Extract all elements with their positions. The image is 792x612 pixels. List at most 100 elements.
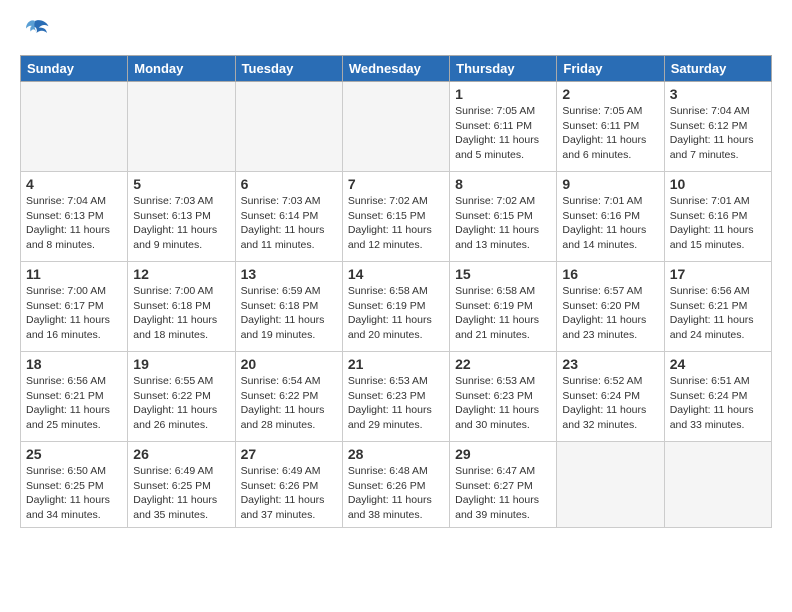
day-info: Sunrise: 7:04 AM Sunset: 6:13 PM Dayligh… — [26, 194, 122, 253]
day-info: Sunrise: 6:55 AM Sunset: 6:22 PM Dayligh… — [133, 374, 229, 433]
day-number: 28 — [348, 446, 444, 462]
calendar-cell: 17 Sunrise: 6:56 AM Sunset: 6:21 PM Dayli… — [664, 262, 771, 352]
day-info: Sunrise: 7:03 AM Sunset: 6:13 PM Dayligh… — [133, 194, 229, 253]
calendar-cell: 12 Sunrise: 7:00 AM Sunset: 6:18 PM Dayli… — [128, 262, 235, 352]
day-number: 23 — [562, 356, 658, 372]
day-info: Sunrise: 7:00 AM Sunset: 6:18 PM Dayligh… — [133, 284, 229, 343]
day-info: Sunrise: 7:01 AM Sunset: 6:16 PM Dayligh… — [670, 194, 766, 253]
day-info: Sunrise: 6:54 AM Sunset: 6:22 PM Dayligh… — [241, 374, 337, 433]
day-info: Sunrise: 6:47 AM Sunset: 6:27 PM Dayligh… — [455, 464, 551, 523]
day-info: Sunrise: 6:56 AM Sunset: 6:21 PM Dayligh… — [670, 284, 766, 343]
day-info: Sunrise: 6:49 AM Sunset: 6:25 PM Dayligh… — [133, 464, 229, 523]
week-row-4: 18Sunrise: 6:56 AM Sunset: 6:21 PM Dayli… — [21, 352, 772, 442]
week-row-1: 1 Sunrise: 7:05 AM Sunset: 6:11 PM Daylig… — [21, 82, 772, 172]
day-number: 7 — [348, 176, 444, 192]
calendar-cell — [128, 82, 235, 172]
day-number: 13 — [241, 266, 337, 282]
day-number: 17 — [670, 266, 766, 282]
calendar-cell: 19Sunrise: 6:55 AM Sunset: 6:22 PM Dayli… — [128, 352, 235, 442]
calendar-table: SundayMondayTuesdayWednesdayThursdayFrid… — [20, 55, 772, 528]
calendar-header-thursday: Thursday — [450, 56, 557, 82]
week-row-2: 4 Sunrise: 7:04 AM Sunset: 6:13 PM Daylig… — [21, 172, 772, 262]
calendar-cell — [664, 442, 771, 528]
day-number: 16 — [562, 266, 658, 282]
calendar-cell — [557, 442, 664, 528]
day-number: 15 — [455, 266, 551, 282]
week-row-3: 11 Sunrise: 7:00 AM Sunset: 6:17 PM Dayli… — [21, 262, 772, 352]
day-number: 1 — [455, 86, 551, 102]
logo-bird-icon — [20, 15, 50, 45]
day-number: 21 — [348, 356, 444, 372]
day-info: Sunrise: 6:50 AM Sunset: 6:25 PM Dayligh… — [26, 464, 122, 523]
calendar-cell: 22 Sunrise: 6:53 AM Sunset: 6:23 PM Dayli… — [450, 352, 557, 442]
calendar-cell: 16 Sunrise: 6:57 AM Sunset: 6:20 PM Dayli… — [557, 262, 664, 352]
calendar-header-monday: Monday — [128, 56, 235, 82]
calendar-cell — [21, 82, 128, 172]
calendar-header-tuesday: Tuesday — [235, 56, 342, 82]
day-info: Sunrise: 7:02 AM Sunset: 6:15 PM Dayligh… — [455, 194, 551, 253]
day-number: 9 — [562, 176, 658, 192]
page: SundayMondayTuesdayWednesdayThursdayFrid… — [0, 0, 792, 543]
day-number: 11 — [26, 266, 122, 282]
day-number: 10 — [670, 176, 766, 192]
day-number: 14 — [348, 266, 444, 282]
calendar-cell: 9 Sunrise: 7:01 AM Sunset: 6:16 PM Daylig… — [557, 172, 664, 262]
calendar-cell: 18Sunrise: 6:56 AM Sunset: 6:21 PM Dayli… — [21, 352, 128, 442]
day-info: Sunrise: 7:02 AM Sunset: 6:15 PM Dayligh… — [348, 194, 444, 253]
day-number: 24 — [670, 356, 766, 372]
day-number: 27 — [241, 446, 337, 462]
day-info: Sunrise: 6:51 AM Sunset: 6:24 PM Dayligh… — [670, 374, 766, 433]
day-info: Sunrise: 6:59 AM Sunset: 6:18 PM Dayligh… — [241, 284, 337, 343]
calendar-header-wednesday: Wednesday — [342, 56, 449, 82]
calendar-cell: 5 Sunrise: 7:03 AM Sunset: 6:13 PM Daylig… — [128, 172, 235, 262]
calendar-cell: 4 Sunrise: 7:04 AM Sunset: 6:13 PM Daylig… — [21, 172, 128, 262]
calendar-cell: 28 Sunrise: 6:48 AM Sunset: 6:26 PM Dayli… — [342, 442, 449, 528]
day-number: 29 — [455, 446, 551, 462]
day-info: Sunrise: 6:49 AM Sunset: 6:26 PM Dayligh… — [241, 464, 337, 523]
day-info: Sunrise: 6:52 AM Sunset: 6:24 PM Dayligh… — [562, 374, 658, 433]
day-number: 4 — [26, 176, 122, 192]
calendar-cell — [342, 82, 449, 172]
day-number: 12 — [133, 266, 229, 282]
day-number: 2 — [562, 86, 658, 102]
calendar-cell: 2 Sunrise: 7:05 AM Sunset: 6:11 PM Daylig… — [557, 82, 664, 172]
calendar-header-row: SundayMondayTuesdayWednesdayThursdayFrid… — [21, 56, 772, 82]
day-info: Sunrise: 6:48 AM Sunset: 6:26 PM Dayligh… — [348, 464, 444, 523]
calendar-cell: 14 Sunrise: 6:58 AM Sunset: 6:19 PM Dayli… — [342, 262, 449, 352]
calendar-cell: 26 Sunrise: 6:49 AM Sunset: 6:25 PM Dayli… — [128, 442, 235, 528]
day-number: 6 — [241, 176, 337, 192]
day-number: 26 — [133, 446, 229, 462]
day-number: 8 — [455, 176, 551, 192]
calendar-cell: 6 Sunrise: 7:03 AM Sunset: 6:14 PM Daylig… — [235, 172, 342, 262]
day-info: Sunrise: 7:00 AM Sunset: 6:17 PM Dayligh… — [26, 284, 122, 343]
day-info: Sunrise: 7:03 AM Sunset: 6:14 PM Dayligh… — [241, 194, 337, 253]
calendar-cell: 8 Sunrise: 7:02 AM Sunset: 6:15 PM Daylig… — [450, 172, 557, 262]
header — [20, 15, 772, 45]
day-info: Sunrise: 6:53 AM Sunset: 6:23 PM Dayligh… — [348, 374, 444, 433]
calendar-header-friday: Friday — [557, 56, 664, 82]
calendar-header-sunday: Sunday — [21, 56, 128, 82]
week-row-5: 25Sunrise: 6:50 AM Sunset: 6:25 PM Dayli… — [21, 442, 772, 528]
day-info: Sunrise: 7:05 AM Sunset: 6:11 PM Dayligh… — [562, 104, 658, 163]
day-info: Sunrise: 7:01 AM Sunset: 6:16 PM Dayligh… — [562, 194, 658, 253]
day-info: Sunrise: 6:58 AM Sunset: 6:19 PM Dayligh… — [348, 284, 444, 343]
calendar-cell: 13 Sunrise: 6:59 AM Sunset: 6:18 PM Dayli… — [235, 262, 342, 352]
day-info: Sunrise: 7:05 AM Sunset: 6:11 PM Dayligh… — [455, 104, 551, 163]
calendar-cell: 23 Sunrise: 6:52 AM Sunset: 6:24 PM Dayli… — [557, 352, 664, 442]
calendar-cell: 27 Sunrise: 6:49 AM Sunset: 6:26 PM Dayli… — [235, 442, 342, 528]
calendar-cell: 7 Sunrise: 7:02 AM Sunset: 6:15 PM Daylig… — [342, 172, 449, 262]
day-info: Sunrise: 6:57 AM Sunset: 6:20 PM Dayligh… — [562, 284, 658, 343]
calendar-cell: 25Sunrise: 6:50 AM Sunset: 6:25 PM Dayli… — [21, 442, 128, 528]
day-number: 22 — [455, 356, 551, 372]
calendar-cell: 1 Sunrise: 7:05 AM Sunset: 6:11 PM Daylig… — [450, 82, 557, 172]
day-info: Sunrise: 6:53 AM Sunset: 6:23 PM Dayligh… — [455, 374, 551, 433]
day-number: 18 — [26, 356, 122, 372]
calendar-cell: 15 Sunrise: 6:58 AM Sunset: 6:19 PM Dayli… — [450, 262, 557, 352]
calendar-cell: 3Sunrise: 7:04 AM Sunset: 6:12 PM Daylig… — [664, 82, 771, 172]
calendar-cell: 10 Sunrise: 7:01 AM Sunset: 6:16 PM Dayli… — [664, 172, 771, 262]
day-number: 5 — [133, 176, 229, 192]
day-info: Sunrise: 6:58 AM Sunset: 6:19 PM Dayligh… — [455, 284, 551, 343]
day-number: 20 — [241, 356, 337, 372]
calendar-cell: 20 Sunrise: 6:54 AM Sunset: 6:22 PM Dayli… — [235, 352, 342, 442]
calendar-cell: 29 Sunrise: 6:47 AM Sunset: 6:27 PM Dayli… — [450, 442, 557, 528]
